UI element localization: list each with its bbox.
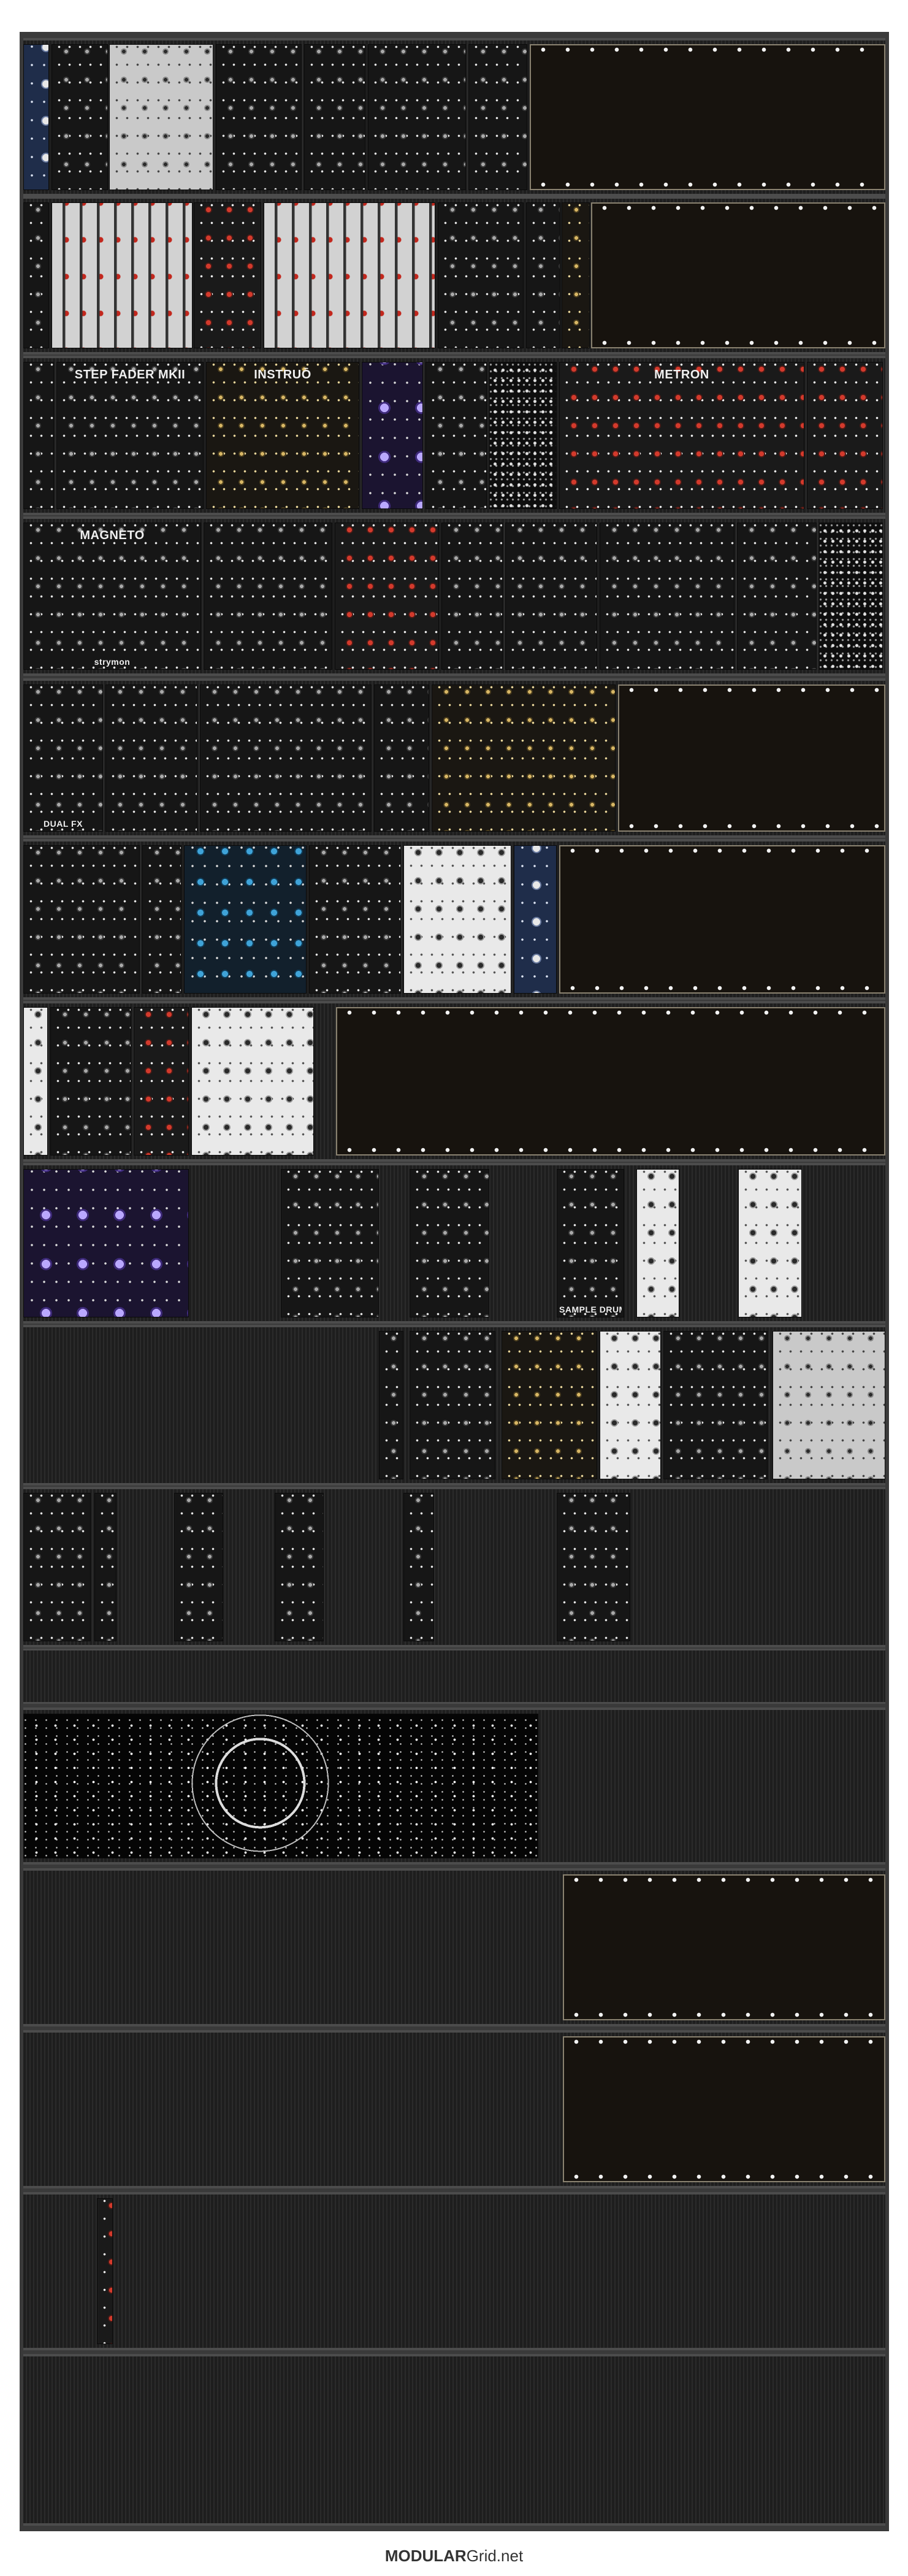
module-panel[interactable] (403, 845, 511, 994)
eurorack-case: STEP FADER MKII INSTRUŌ METRON MAGNETO strym… (20, 32, 889, 2531)
module-panel[interactable] (94, 1493, 116, 1641)
module-panel[interactable] (526, 202, 560, 348)
module-panel[interactable]: DUAL FX (23, 684, 103, 832)
rack-row (23, 196, 885, 355)
module-panel[interactable] (505, 523, 597, 670)
module-panel[interactable] (216, 44, 302, 190)
blank-panel[interactable] (563, 1874, 885, 2020)
rack-row (23, 1487, 885, 1647)
module-label: METRON (654, 368, 709, 381)
rack-row (23, 1325, 885, 1485)
module-panel[interactable] (109, 44, 213, 190)
footer-brand: MODULARGrid.net (0, 2547, 908, 2566)
rack-row (23, 2354, 885, 2526)
module-panel[interactable] (194, 202, 261, 348)
module-panel[interactable] (134, 1007, 189, 1156)
blank-panel[interactable] (336, 1007, 885, 1156)
module-panel[interactable] (514, 845, 557, 994)
module-panel[interactable] (773, 1331, 885, 1479)
rack-row (23, 1708, 885, 1865)
blank-panel[interactable] (559, 845, 885, 994)
footer-brand-strong: MODULAR (384, 2547, 467, 2565)
rack-row: STEP FADER MKII INSTRUŌ METRON (23, 356, 885, 515)
module-panel[interactable] (23, 1714, 538, 1858)
module-panel[interactable] (191, 1007, 314, 1156)
module-panel[interactable] (335, 523, 439, 670)
module-panel[interactable] (374, 684, 429, 832)
rack-row (23, 1001, 885, 1162)
module-panel[interactable] (410, 1331, 495, 1479)
module-panel[interactable] (438, 202, 524, 348)
module-panel[interactable] (663, 1331, 768, 1479)
module-label: MAGNETO (80, 529, 145, 542)
module-panel[interactable] (379, 1331, 403, 1479)
module-panel[interactable] (23, 1493, 91, 1641)
blank-panel[interactable] (591, 202, 885, 348)
module-panel[interactable] (403, 1493, 434, 1641)
module-label: INSTRUŌ (254, 368, 311, 381)
module-panel[interactable] (50, 1007, 131, 1156)
module-panel[interactable] (23, 845, 140, 994)
module-panel[interactable] (425, 362, 487, 509)
module-panel[interactable]: METRON (559, 362, 804, 509)
module-panel[interactable] (23, 202, 49, 348)
module-panel[interactable] (304, 44, 365, 190)
module-brand: strymon (94, 657, 131, 667)
module-panel[interactable] (557, 1493, 630, 1641)
blank-panel[interactable] (530, 44, 885, 190)
rack-row (23, 2030, 885, 2188)
module-panel[interactable] (281, 1169, 379, 1317)
module-panel[interactable] (441, 523, 503, 670)
module-panel[interactable] (432, 684, 616, 832)
module-panel[interactable] (368, 44, 466, 190)
module-panel[interactable] (105, 684, 197, 832)
module-brand: SAMPLE DRUM (559, 1305, 622, 1314)
module-panel[interactable] (600, 1331, 661, 1479)
rack-row: SAMPLE DRUM (23, 1163, 885, 1324)
module-panel[interactable] (97, 2198, 113, 2344)
module-panel[interactable] (23, 362, 54, 509)
module-panel[interactable] (23, 44, 49, 190)
module-panel[interactable] (23, 1169, 189, 1317)
module-panel[interactable] (52, 202, 193, 348)
rack-row (23, 2192, 885, 2350)
module-panel[interactable] (807, 362, 883, 509)
module-panel[interactable]: MAGNETO strymon (23, 523, 201, 670)
rack-row (23, 1868, 885, 2026)
module-panel[interactable] (142, 845, 181, 994)
module-panel[interactable] (468, 44, 527, 190)
module-panel[interactable] (636, 1169, 679, 1317)
rack-row: MAGNETO strymon (23, 516, 885, 676)
blank-panel[interactable] (618, 684, 885, 832)
module-panel[interactable] (184, 845, 307, 994)
module-panel[interactable] (738, 1169, 802, 1317)
module-panel[interactable]: STEP FADER MKII (56, 362, 204, 509)
rack-row (23, 38, 885, 196)
module-panel[interactable] (200, 684, 372, 832)
rack-row (23, 1649, 885, 1704)
module-panel[interactable] (502, 1331, 597, 1479)
module-panel[interactable] (264, 202, 435, 348)
rack-row (23, 839, 885, 1000)
module-panel[interactable] (737, 523, 817, 670)
module-panel[interactable] (23, 1007, 48, 1156)
module-label: STEP FADER MKII (74, 368, 186, 381)
module-panel[interactable]: SAMPLE DRUM (557, 1169, 624, 1317)
module-panel[interactable] (275, 1493, 324, 1641)
module-panel[interactable]: INSTRUŌ (206, 362, 359, 509)
module-panel[interactable] (600, 523, 734, 670)
module-panel[interactable] (489, 362, 557, 509)
blank-panel[interactable] (563, 2036, 885, 2182)
module-panel[interactable] (52, 44, 108, 190)
module-panel[interactable] (819, 523, 883, 670)
module-brand: DUAL FX (44, 819, 83, 829)
module-panel[interactable] (309, 845, 401, 994)
module-panel[interactable] (562, 202, 590, 348)
module-panel[interactable] (204, 523, 332, 670)
rack-row: DUAL FX (23, 678, 885, 838)
module-panel[interactable] (410, 1169, 489, 1317)
module-panel[interactable] (174, 1493, 223, 1641)
footer-brand-rest: Grid.net (466, 2547, 524, 2565)
module-panel[interactable] (362, 362, 423, 509)
